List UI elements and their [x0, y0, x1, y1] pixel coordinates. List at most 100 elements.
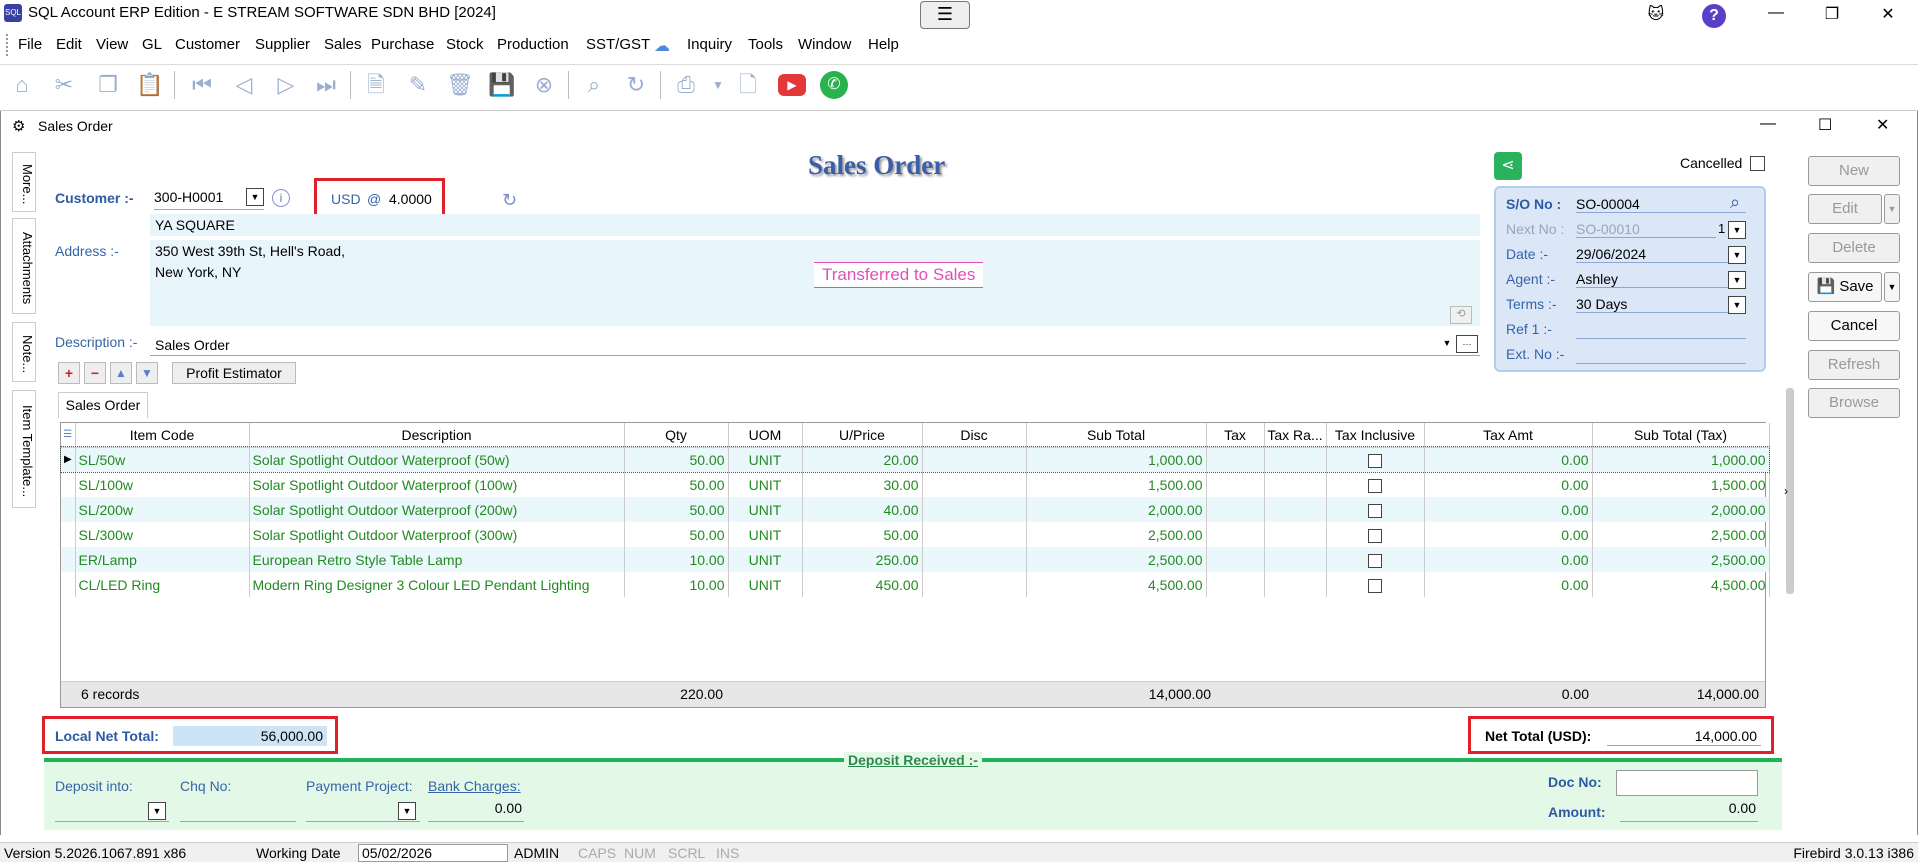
ext-no-field[interactable] — [1576, 346, 1746, 364]
tab-sales-order[interactable]: Sales Order — [58, 392, 148, 418]
description-dropdown-icon[interactable]: ▼ — [1438, 335, 1456, 353]
item-code[interactable]: ER/Lamp — [75, 547, 250, 572]
terms-dropdown-icon[interactable]: ▼ — [1728, 296, 1746, 314]
side-tab-attachments[interactable]: Attachments — [12, 218, 36, 314]
item-subtotal-tax[interactable]: 2,500.00 — [1592, 522, 1770, 547]
remove-row-icon[interactable]: − — [84, 362, 106, 384]
item-subtotal[interactable]: 1,000.00 — [1026, 447, 1207, 472]
hamburger-menu-icon[interactable]: ☰ — [920, 1, 970, 29]
tax-inclusive-cell[interactable] — [1326, 547, 1425, 572]
item-tax-amt[interactable]: 0.00 — [1424, 522, 1593, 547]
item-subtotal-tax[interactable]: 2,000.00 — [1592, 497, 1770, 522]
tax-inclusive-cell[interactable] — [1326, 572, 1425, 597]
item-subtotal-tax[interactable]: 4,500.00 — [1592, 572, 1770, 597]
item-tax-rate[interactable] — [1264, 572, 1327, 597]
minimize-icon[interactable]: — — [1762, 4, 1790, 22]
menu-window[interactable]: Window — [798, 36, 851, 53]
item-disc[interactable] — [922, 547, 1027, 572]
item-code[interactable]: SL/50w — [75, 447, 250, 472]
table-row[interactable]: ▶ SL/50w Solar Spotlight Outdoor Waterpr… — [60, 446, 1770, 473]
item-subtotal[interactable]: 2,500.00 — [1026, 547, 1207, 572]
window-close-icon[interactable]: ✕ — [1876, 115, 1889, 135]
browse-button[interactable]: Browse — [1808, 388, 1900, 418]
chq-no-field[interactable] — [180, 800, 296, 822]
item-uom[interactable]: UNIT — [728, 497, 803, 522]
tax-inclusive-checkbox[interactable] — [1368, 578, 1382, 593]
tax-inclusive-cell[interactable] — [1326, 472, 1425, 497]
profit-estimator-button[interactable]: Profit Estimator — [172, 362, 296, 384]
item-tax[interactable] — [1206, 572, 1265, 597]
item-tax-amt[interactable]: 0.00 — [1424, 472, 1593, 497]
col-uom[interactable]: UOM — [728, 423, 803, 448]
paste-icon[interactable]: 📋 — [136, 71, 164, 99]
col-subtotal-tax[interactable]: Sub Total (Tax) — [1592, 423, 1770, 448]
address-expand-icon[interactable]: ⟲ — [1450, 306, 1472, 324]
item-uprice[interactable]: 20.00 — [802, 447, 923, 472]
tax-inclusive-cell[interactable] — [1326, 522, 1425, 547]
help-icon[interactable]: ? — [1702, 4, 1726, 28]
col-tax-amt[interactable]: Tax Amt — [1424, 423, 1593, 448]
item-code[interactable]: SL/100w — [75, 472, 250, 497]
print-dropdown-icon[interactable]: ▼ — [704, 71, 732, 99]
mascot-icon[interactable]: 🐱 — [1642, 4, 1670, 24]
cancel-icon[interactable]: ⊗ — [530, 71, 558, 99]
item-uom[interactable]: UNIT — [728, 522, 803, 547]
description-field[interactable]: Sales Order ▼ ··· — [150, 332, 1480, 356]
item-tax[interactable] — [1206, 522, 1265, 547]
description-more-icon[interactable]: ··· — [1456, 335, 1478, 353]
item-qty[interactable]: 50.00 — [624, 522, 729, 547]
window-maximize-icon[interactable]: ☐ — [1818, 115, 1832, 135]
payment-project-dropdown-icon[interactable]: ▼ — [398, 802, 416, 820]
item-tax-rate[interactable] — [1264, 447, 1327, 472]
date-value[interactable]: 29/06/2024 — [1576, 246, 1746, 263]
item-uom[interactable]: UNIT — [728, 472, 803, 497]
cancel-button[interactable]: Cancel — [1808, 311, 1900, 341]
item-tax-amt[interactable]: 0.00 — [1424, 497, 1593, 522]
item-subtotal-tax[interactable]: 1,000.00 — [1592, 447, 1770, 472]
delete-button[interactable]: Delete — [1808, 233, 1900, 263]
item-code[interactable]: CL/LED Ring — [75, 572, 250, 597]
side-tab-more[interactable]: More... — [12, 152, 36, 212]
item-disc[interactable] — [922, 497, 1027, 522]
tax-inclusive-checkbox[interactable] — [1368, 453, 1382, 468]
date-dropdown-icon[interactable]: ▼ — [1728, 246, 1746, 264]
cut-icon[interactable]: ✂ — [50, 71, 78, 99]
refresh-button[interactable]: Refresh — [1808, 350, 1900, 380]
youtube-icon[interactable]: ▶ — [778, 74, 806, 96]
item-code[interactable]: SL/200w — [75, 497, 250, 522]
customer-name[interactable]: YA SQUARE — [155, 217, 235, 233]
tax-inclusive-cell[interactable] — [1326, 447, 1425, 472]
save-dropdown-icon[interactable]: ▼ — [1884, 272, 1900, 302]
deposit-into-dropdown-icon[interactable]: ▼ — [148, 802, 166, 820]
item-subtotal[interactable]: 1,500.00 — [1026, 472, 1207, 497]
item-qty[interactable]: 10.00 — [624, 572, 729, 597]
tax-inclusive-cell[interactable] — [1326, 497, 1425, 522]
item-tax-rate[interactable] — [1264, 522, 1327, 547]
item-uprice[interactable]: 450.00 — [802, 572, 923, 597]
col-item-code[interactable]: Item Code — [75, 423, 250, 448]
item-subtotal-tax[interactable]: 1,500.00 — [1592, 472, 1770, 497]
col-tax-inclusive[interactable]: Tax Inclusive — [1326, 423, 1425, 448]
menu-purchase[interactable]: Purchase — [371, 36, 434, 53]
item-uprice[interactable]: 50.00 — [802, 522, 923, 547]
item-subtotal[interactable]: 2,500.00 — [1026, 522, 1207, 547]
item-disc[interactable] — [922, 447, 1027, 472]
item-tax[interactable] — [1206, 547, 1265, 572]
item-tax-amt[interactable]: 0.00 — [1424, 447, 1593, 472]
item-subtotal[interactable]: 4,500.00 — [1026, 572, 1207, 597]
bank-charges-label[interactable]: Bank Charges: — [428, 778, 521, 794]
item-uom[interactable]: UNIT — [728, 572, 803, 597]
item-uom[interactable]: UNIT — [728, 547, 803, 572]
agent-value[interactable]: Ashley — [1576, 271, 1746, 288]
home-icon[interactable]: ⌂ — [8, 71, 36, 99]
table-row[interactable]: SL/100w Solar Spotlight Outdoor Waterpro… — [61, 472, 1770, 497]
item-tax[interactable] — [1206, 472, 1265, 497]
currency-code[interactable]: USD — [331, 191, 361, 207]
item-qty[interactable]: 50.00 — [624, 472, 729, 497]
item-tax[interactable] — [1206, 447, 1265, 472]
item-qty[interactable]: 50.00 — [624, 447, 729, 472]
menu-edit[interactable]: Edit — [56, 36, 82, 53]
preview-icon[interactable]: 🗋 — [734, 71, 762, 99]
col-tax[interactable]: Tax — [1206, 423, 1265, 448]
col-disc[interactable]: Disc — [922, 423, 1027, 448]
